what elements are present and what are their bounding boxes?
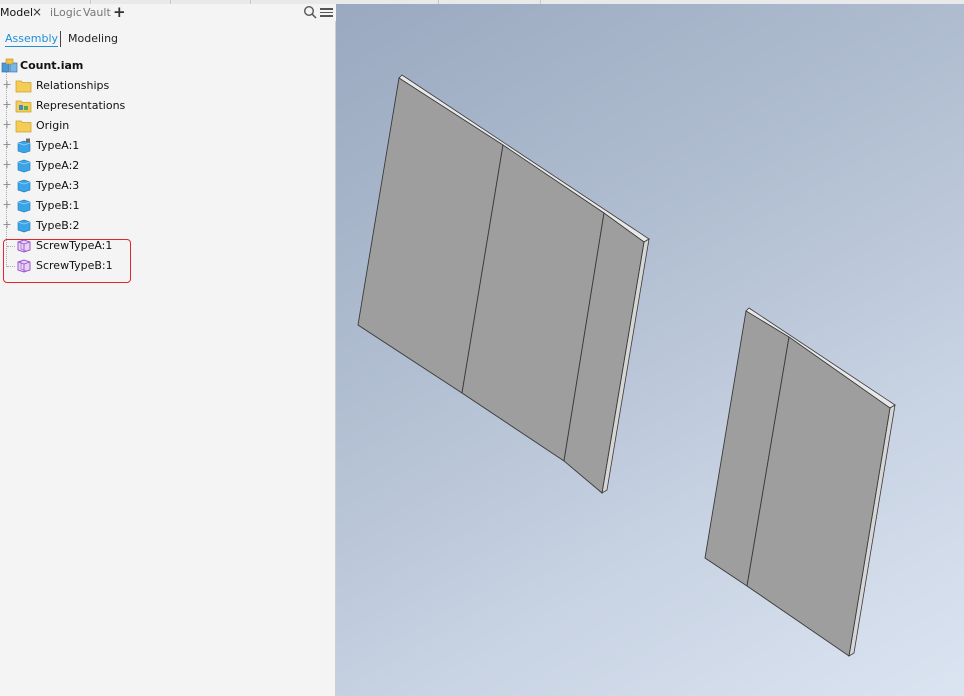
highlight-box (3, 239, 131, 283)
subtab-assembly[interactable]: Assembly (5, 32, 59, 47)
panel-group-typeb[interactable] (704, 307, 896, 657)
part-icon (17, 219, 31, 233)
part-icon (17, 179, 31, 193)
tree-item-label: TypeB:1 (36, 199, 80, 212)
subtab-modeling[interactable]: Modeling (68, 32, 118, 45)
expand-icon[interactable]: + (2, 219, 12, 230)
tree-item-typea-2[interactable]: + TypeA:2 (0, 157, 336, 175)
assembly-icon (1, 58, 18, 73)
expand-icon[interactable]: + (2, 199, 12, 210)
model-browser-panel: Model × iLogic Vault + Assembly Modeling… (0, 4, 336, 696)
representations-icon (15, 100, 32, 113)
tree-item-label: TypeA:1 (36, 139, 80, 152)
tree-item-typea-3[interactable]: + TypeA:3 (0, 177, 336, 195)
tree-root-count-iam[interactable]: Count.iam (0, 57, 336, 75)
browser-subtabs: Assembly Modeling (0, 31, 336, 49)
tree-item-label: TypeA:2 (36, 159, 80, 172)
tree-root-label: Count.iam (20, 59, 84, 72)
browser-tab-bar: Model × iLogic Vault + (0, 4, 336, 21)
tree-item-relationships[interactable]: + Relationships (0, 77, 336, 95)
tree-item-typeb-1[interactable]: + TypeB:1 (0, 197, 336, 215)
part-icon (17, 159, 31, 173)
tree-item-typeb-2[interactable]: + TypeB:2 (0, 217, 336, 235)
tree-item-origin[interactable]: + Origin (0, 117, 336, 135)
expand-icon[interactable]: + (2, 139, 12, 150)
expand-icon[interactable]: + (2, 179, 12, 190)
tree-item-label: TypeA:3 (36, 179, 80, 192)
folder-icon (15, 120, 32, 133)
tree-item-representations[interactable]: + Representations (0, 97, 336, 115)
model-canvas[interactable] (336, 4, 964, 696)
part-grounded-icon (17, 138, 31, 153)
search-icon[interactable] (303, 5, 317, 19)
tab-ilogic[interactable]: iLogic (50, 5, 82, 20)
subtab-divider (60, 31, 61, 47)
expand-icon[interactable]: + (2, 99, 12, 110)
folder-icon (15, 80, 32, 93)
hamburger-menu-icon[interactable] (320, 6, 333, 18)
expand-icon[interactable]: + (2, 79, 12, 90)
panel-group-typea[interactable] (357, 74, 650, 494)
tab-vault[interactable]: Vault (83, 5, 111, 20)
tree-item-label: Origin (36, 119, 70, 132)
close-tab-icon[interactable]: × (32, 5, 42, 20)
tree-item-typea-1[interactable]: + TypeA:1 (0, 137, 336, 155)
graphics-viewport[interactable] (336, 4, 964, 696)
tab-model[interactable]: Model (0, 5, 33, 20)
part-icon (17, 199, 31, 213)
add-tab-icon[interactable]: + (113, 5, 126, 20)
tree-item-label: TypeB:2 (36, 219, 80, 232)
expand-icon[interactable]: + (2, 159, 12, 170)
expand-icon[interactable]: + (2, 119, 12, 130)
tree-item-label: Relationships (36, 79, 110, 92)
tree-item-label: Representations (36, 99, 126, 112)
